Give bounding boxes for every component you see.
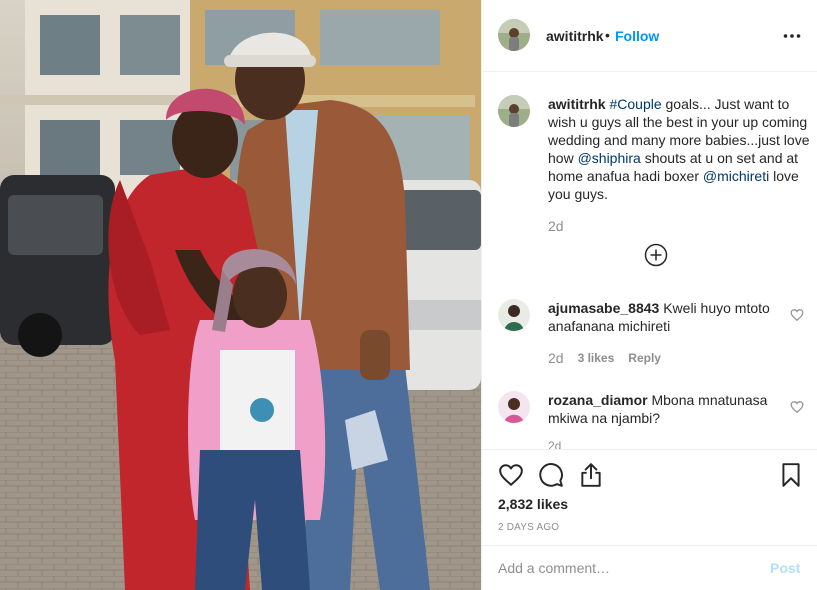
commenter-avatar[interactable]	[498, 299, 530, 331]
post-actions: 2,832 likes 2 DAYS AGO	[482, 449, 817, 545]
caption-timestamp[interactable]: 2d	[548, 218, 564, 234]
share-icon[interactable]	[578, 462, 604, 488]
post-photo[interactable]	[0, 0, 481, 590]
comment-text: ajumasabe_8843 Kweli huyo mtoto anafanan…	[548, 299, 784, 335]
plus-circle-icon[interactable]	[644, 243, 668, 267]
post-comment-button[interactable]: Post	[770, 560, 800, 576]
add-comment-bar: Post	[482, 545, 817, 590]
mention-link[interactable]: @shiphira	[578, 150, 641, 166]
comments-list[interactable]: awititrhk #Couple goals... Just want to …	[482, 73, 817, 449]
commenter-username[interactable]: ajumasabe_8843	[548, 300, 659, 316]
commenter-avatar[interactable]	[498, 391, 530, 423]
heart-icon[interactable]	[790, 308, 804, 322]
comment-meta: 2d 3 likes Reply	[548, 350, 661, 366]
mention-link[interactable]: @michireti	[703, 168, 769, 184]
comment-likes[interactable]: 3 likes	[578, 351, 615, 365]
heart-icon[interactable]	[498, 462, 524, 488]
heart-icon[interactable]	[790, 400, 804, 414]
author-avatar[interactable]	[498, 19, 530, 51]
family-photo-image	[0, 0, 481, 590]
header-separator: •	[605, 27, 610, 43]
more-options-icon[interactable]	[782, 26, 802, 46]
caption-text: awititrhk #Couple goals... Just want to …	[548, 95, 810, 203]
commenter-username[interactable]: rozana_diamor	[548, 392, 648, 408]
caption-avatar[interactable]	[498, 95, 530, 127]
reply-button[interactable]: Reply	[628, 351, 661, 365]
post-header: awititrhk • Follow	[482, 0, 817, 72]
caption-username[interactable]: awititrhk	[548, 96, 606, 112]
hashtag-link[interactable]: #Couple	[609, 96, 661, 112]
comment-icon[interactable]	[538, 462, 564, 488]
comment-text: rozana_diamor Mbona mnatunasa mkiwa na n…	[548, 391, 784, 427]
author-username[interactable]: awititrhk	[546, 28, 604, 44]
instagram-post: awititrhk • Follow awititrhk #Couple goa…	[0, 0, 817, 590]
follow-button[interactable]: Follow	[615, 28, 659, 44]
comment-timestamp[interactable]: 2d	[548, 439, 561, 449]
comment-input[interactable]	[498, 558, 758, 578]
post-sidebar: awititrhk • Follow awititrhk #Couple goa…	[481, 0, 817, 590]
post-date[interactable]: 2 DAYS AGO	[498, 522, 559, 533]
bookmark-icon[interactable]	[778, 462, 804, 488]
likes-count[interactable]: 2,832 likes	[498, 496, 568, 512]
comment-timestamp[interactable]: 2d	[548, 350, 564, 366]
